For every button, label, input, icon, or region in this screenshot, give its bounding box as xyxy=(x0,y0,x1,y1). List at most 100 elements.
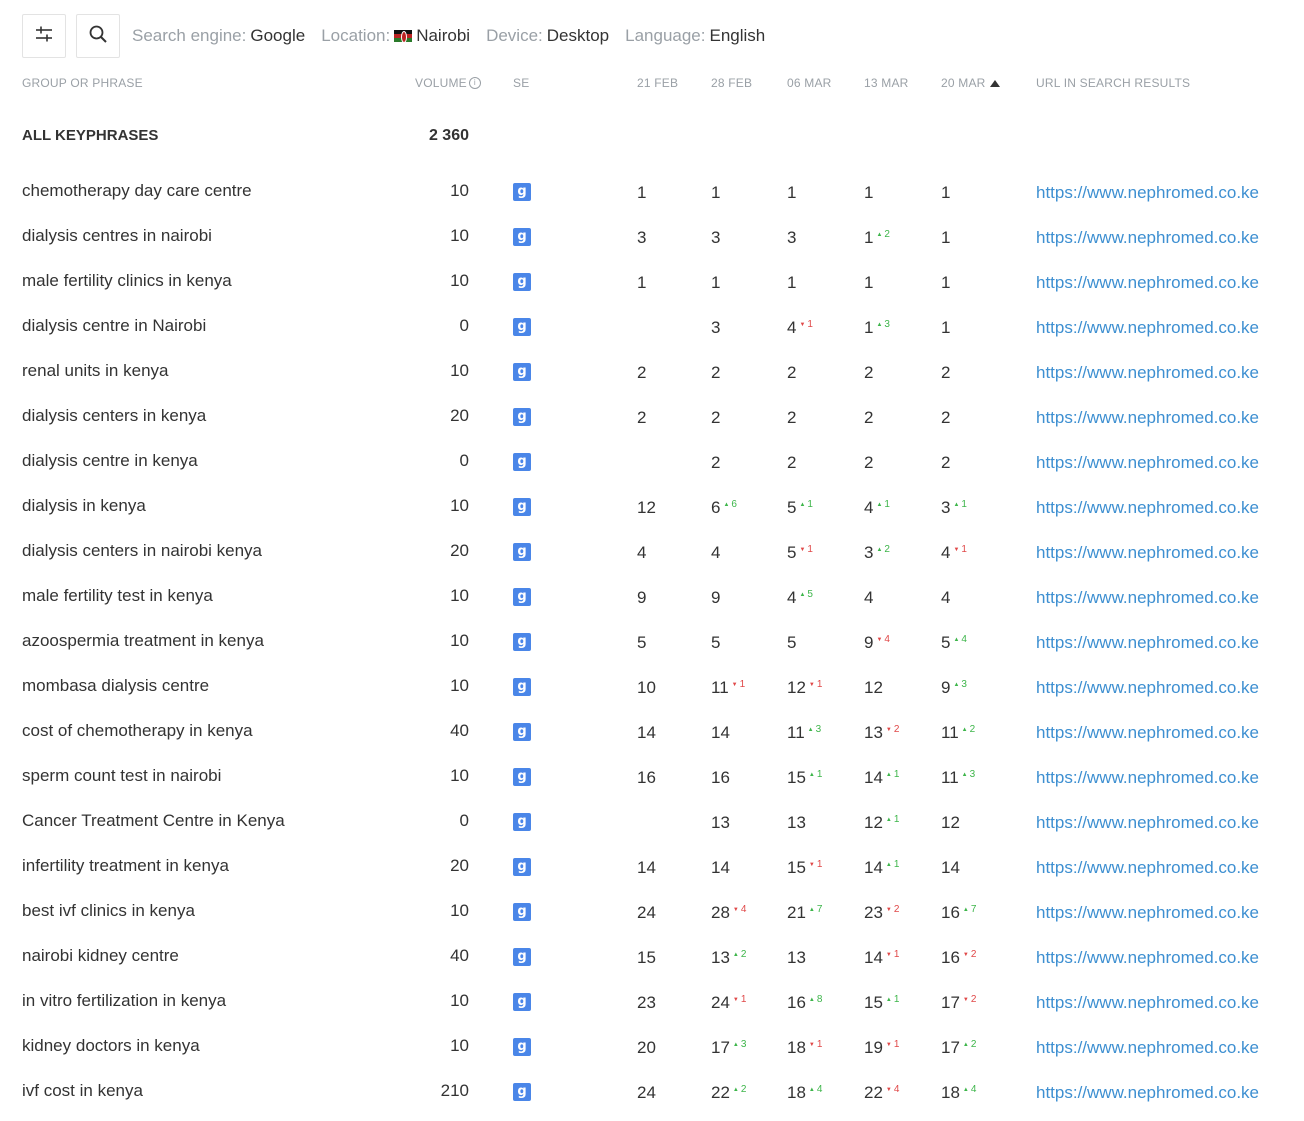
table-row[interactable]: renal units in kenya 10 g 2 2 2 2 2 https://www.… xyxy=(0,350,1304,395)
position-cell[interactable]: 13 ▼ 2 xyxy=(864,723,899,743)
table-row[interactable]: sperm count test in nairobi 10 g 16 16 15 ▲ 1 14… xyxy=(0,755,1304,800)
table-row[interactable]: dialysis centre in kenya 0 g 2 2 2 2 https://ww… xyxy=(0,440,1304,485)
info-icon[interactable]: i xyxy=(468,77,481,89)
column-header-volume[interactable]: VOLUME i xyxy=(415,76,481,90)
table-row[interactable]: in vitro fertilization in kenya 10 g 23 24 ▼ 1… xyxy=(0,980,1304,1025)
position-cell[interactable]: 22 ▲ 2 xyxy=(711,1083,746,1103)
result-url-link[interactable]: https://www.nephromed.co.ke xyxy=(1036,543,1259,563)
position-cell[interactable]: 17 ▼ 2 xyxy=(941,993,976,1013)
result-url-link[interactable]: https://www.nephromed.co.ke xyxy=(1036,588,1259,608)
position-cell[interactable]: 1 xyxy=(864,273,873,293)
result-url-link[interactable]: https://www.nephromed.co.ke xyxy=(1036,228,1259,248)
result-url-link[interactable]: https://www.nephromed.co.ke xyxy=(1036,903,1259,923)
result-url-link[interactable]: https://www.nephromed.co.ke xyxy=(1036,768,1259,788)
position-cell[interactable]: 16 xyxy=(637,768,656,788)
table-row[interactable]: dialysis centers in nairobi kenya 20 g 4 4 5 ▼… xyxy=(0,530,1304,575)
position-cell[interactable]: 20 xyxy=(637,1038,656,1058)
position-cell[interactable]: 9 xyxy=(637,588,646,608)
position-cell[interactable]: 5 xyxy=(787,633,796,653)
result-url-link[interactable]: https://www.nephromed.co.ke xyxy=(1036,453,1259,473)
position-cell[interactable]: 1 xyxy=(711,183,720,203)
location-filter[interactable]: Location: Nairobi xyxy=(321,26,470,46)
keyphrase[interactable]: best ivf clinics in kenya xyxy=(22,901,195,921)
position-cell[interactable]: 12 xyxy=(941,813,960,833)
search-button[interactable] xyxy=(76,14,120,58)
position-cell[interactable]: 3 xyxy=(637,228,646,248)
position-cell[interactable]: 2 xyxy=(711,363,720,383)
keyphrase[interactable]: mombasa dialysis centre xyxy=(22,676,209,696)
table-row[interactable]: Cancer Treatment Centre in Kenya 0 g 13 13 12… xyxy=(0,800,1304,845)
position-cell[interactable]: 22 ▼ 4 xyxy=(864,1083,899,1103)
result-url-link[interactable]: https://www.nephromed.co.ke xyxy=(1036,408,1259,428)
table-row[interactable]: dialysis in kenya 10 g 12 6 ▲ 6 5 ▲ 1 4 ▲ 1 3 ▲ 1 https:… xyxy=(0,485,1304,530)
keyphrase[interactable]: kidney doctors in kenya xyxy=(22,1036,200,1056)
position-cell[interactable]: 12 ▼ 1 xyxy=(787,678,822,698)
keyphrase[interactable]: nairobi kidney centre xyxy=(22,946,179,966)
position-cell[interactable]: 3 xyxy=(787,228,796,248)
table-row[interactable]: kidney doctors in kenya 10 g 20 17 ▲ 3 18 ▼ 1 19 ▼ 1… xyxy=(0,1025,1304,1070)
table-row[interactable]: azoospermia treatment in kenya 10 g 5 5 5 9 ▼ 4 5… xyxy=(0,620,1304,665)
result-url-link[interactable]: https://www.nephromed.co.ke xyxy=(1036,813,1259,833)
position-cell[interactable]: 15 ▲ 1 xyxy=(787,768,822,788)
position-cell[interactable]: 13 xyxy=(787,813,806,833)
search-engine-filter[interactable]: Search engine: Google xyxy=(132,26,305,46)
position-cell[interactable]: 3 xyxy=(711,318,720,338)
position-cell[interactable]: 5 xyxy=(637,633,646,653)
column-header-url[interactable]: URL IN SEARCH RESULTS xyxy=(1036,76,1190,90)
position-cell[interactable]: 4 xyxy=(864,588,873,608)
position-cell[interactable]: 4 xyxy=(711,543,720,563)
keyphrase[interactable]: cost of chemotherapy in kenya xyxy=(22,721,253,741)
table-row[interactable]: male fertility test in kenya 10 g 9 9 4 ▲ 5 4 4 ht… xyxy=(0,575,1304,620)
position-cell[interactable]: 13 xyxy=(787,948,806,968)
column-header-date-2[interactable]: 28 FEB xyxy=(711,76,752,90)
position-cell[interactable]: 1 ▲ 2 xyxy=(864,228,890,248)
table-row[interactable]: dialysis centres in nairobi 10 g 3 3 3 1 ▲ 2 1 htt… xyxy=(0,215,1304,260)
position-cell[interactable]: 1 xyxy=(637,183,646,203)
position-cell[interactable]: 15 ▲ 1 xyxy=(864,993,899,1013)
position-cell[interactable]: 16 ▼ 2 xyxy=(941,948,976,968)
position-cell[interactable]: 6 ▲ 6 xyxy=(711,498,737,518)
keyphrase[interactable]: dialysis centre in Nairobi xyxy=(22,316,206,336)
position-cell[interactable]: 11 ▲ 3 xyxy=(787,723,821,743)
position-cell[interactable]: 2 xyxy=(864,408,873,428)
position-cell[interactable]: 14 xyxy=(637,723,656,743)
column-header-phrase[interactable]: GROUP OR PHRASE xyxy=(22,76,143,90)
table-row[interactable]: chemotherapy day care centre 10 g 1 1 1 1 1 http… xyxy=(0,170,1304,215)
position-cell[interactable]: 19 ▼ 1 xyxy=(864,1038,899,1058)
result-url-link[interactable]: https://www.nephromed.co.ke xyxy=(1036,1038,1259,1058)
position-cell[interactable]: 28 ▼ 4 xyxy=(711,903,746,923)
position-cell[interactable]: 3 ▲ 2 xyxy=(864,543,890,563)
position-cell[interactable]: 2 xyxy=(711,408,720,428)
keyphrase[interactable]: azoospermia treatment in kenya xyxy=(22,631,264,651)
position-cell[interactable]: 5 ▼ 1 xyxy=(787,543,813,563)
column-header-date-5[interactable]: 20 MAR xyxy=(941,76,1000,90)
position-cell[interactable]: 4 xyxy=(941,588,950,608)
position-cell[interactable]: 2 xyxy=(787,408,796,428)
position-cell[interactable]: 4 ▼ 1 xyxy=(787,318,813,338)
position-cell[interactable]: 1 xyxy=(864,183,873,203)
table-row[interactable]: ivf cost in kenya 210 g 24 22 ▲ 2 18 ▲ 4 22 ▼ 4 18 ▲ 4 h… xyxy=(0,1070,1304,1115)
position-cell[interactable]: 2 xyxy=(787,363,796,383)
result-url-link[interactable]: https://www.nephromed.co.ke xyxy=(1036,678,1259,698)
position-cell[interactable]: 14 xyxy=(711,723,730,743)
position-cell[interactable]: 5 xyxy=(711,633,720,653)
position-cell[interactable]: 4 ▲ 1 xyxy=(864,498,890,518)
position-cell[interactable]: 14 ▲ 1 xyxy=(864,858,899,878)
position-cell[interactable]: 14 xyxy=(941,858,960,878)
position-cell[interactable]: 10 xyxy=(637,678,656,698)
result-url-link[interactable]: https://www.nephromed.co.ke xyxy=(1036,498,1259,518)
position-cell[interactable]: 5 ▲ 1 xyxy=(787,498,813,518)
position-cell[interactable]: 17 ▲ 3 xyxy=(711,1038,746,1058)
keyphrase[interactable]: ivf cost in kenya xyxy=(22,1081,143,1101)
keyphrase[interactable]: dialysis in kenya xyxy=(22,496,146,516)
position-cell[interactable]: 4 ▼ 1 xyxy=(941,543,967,563)
position-cell[interactable]: 2 xyxy=(637,363,646,383)
keyphrase[interactable]: male fertility test in kenya xyxy=(22,586,213,606)
result-url-link[interactable]: https://www.nephromed.co.ke xyxy=(1036,993,1259,1013)
position-cell[interactable]: 1 ▲ 3 xyxy=(864,318,890,338)
table-row[interactable]: best ivf clinics in kenya 10 g 24 28 ▼ 4 21 ▲ 7 23… xyxy=(0,890,1304,935)
position-cell[interactable]: 1 xyxy=(787,183,796,203)
position-cell[interactable]: 23 xyxy=(637,993,656,1013)
position-cell[interactable]: 18 ▲ 4 xyxy=(787,1083,822,1103)
position-cell[interactable]: 2 xyxy=(864,363,873,383)
